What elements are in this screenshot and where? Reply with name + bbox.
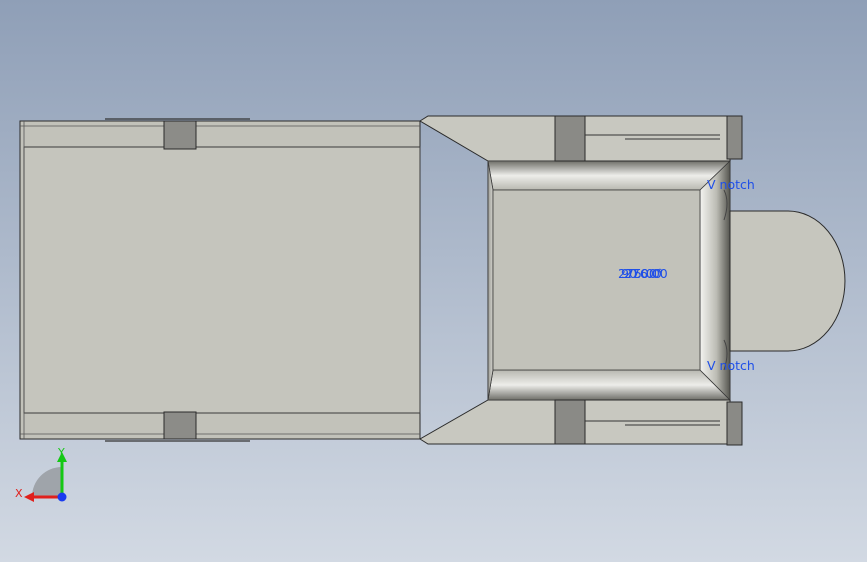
triad-x-arrow-icon xyxy=(24,492,34,502)
hinge-block-bottom xyxy=(163,411,197,440)
end-tab-shape xyxy=(729,210,846,352)
side-bracket-top[interactable] xyxy=(554,115,743,162)
model-canvas[interactable]: Y X xyxy=(0,0,867,562)
bracket-top-block-right xyxy=(726,115,743,160)
transition-panel-top xyxy=(419,115,556,162)
transition-panel-bottom xyxy=(419,399,556,445)
orientation-triad: Y X xyxy=(15,446,67,502)
annotation-notch-bottom[interactable]: V notch xyxy=(707,358,755,373)
hinge-block-top xyxy=(163,120,197,150)
dimension-value-3[interactable]: 276.00 xyxy=(624,266,668,281)
main-tray[interactable] xyxy=(19,118,421,442)
hopper-wall-top xyxy=(487,160,731,191)
dimension-stack[interactable]: 275.00 90.00° 276.00 xyxy=(618,266,708,282)
triad-z-axis-icon xyxy=(57,492,67,502)
tray-inner-face xyxy=(23,146,421,414)
side-bracket-bottom[interactable] xyxy=(554,399,743,446)
triad-plane-icon xyxy=(32,467,62,497)
annotation-notch-top[interactable]: V notch xyxy=(707,177,755,192)
hopper-wall-bottom xyxy=(487,369,731,401)
end-tab[interactable] xyxy=(729,210,846,352)
triad-y-label: Y xyxy=(57,446,65,459)
bracket-bottom-block-right xyxy=(726,401,743,446)
hopper-wall-left xyxy=(487,160,494,401)
graphics-viewport[interactable]: Y X V notch V notch 275.00 90.00° 276.00 xyxy=(0,0,867,562)
bracket-bottom-block-left xyxy=(554,399,586,445)
bracket-top-block-left xyxy=(554,115,586,162)
triad-x-label: X xyxy=(15,487,23,500)
